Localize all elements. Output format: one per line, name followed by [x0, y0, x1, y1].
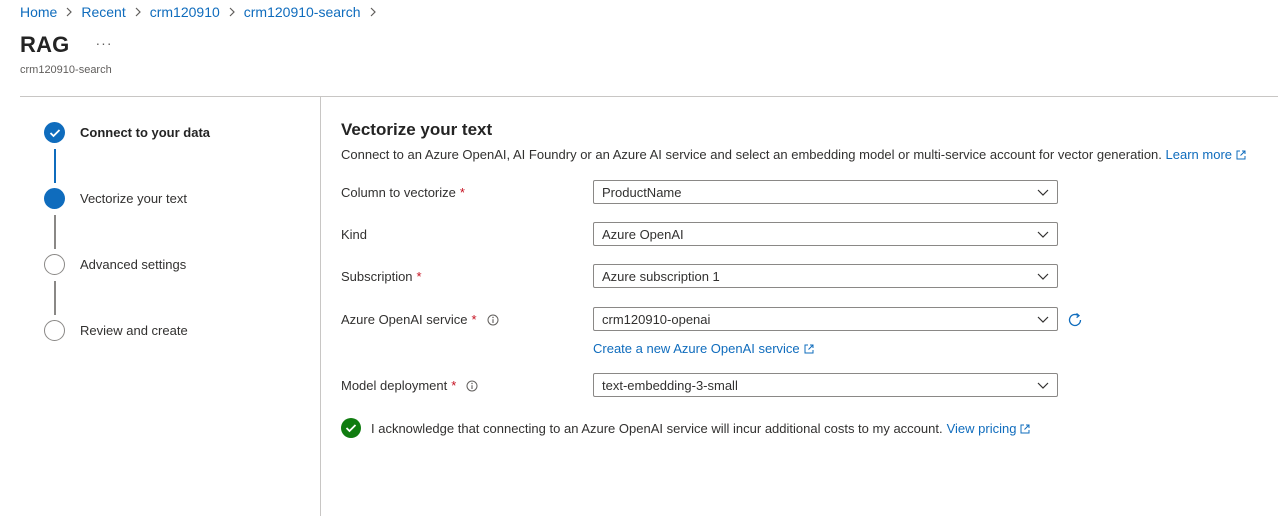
- chevron-down-icon: [1037, 316, 1049, 323]
- panel-divider: [320, 97, 321, 516]
- step-connector: [54, 281, 56, 315]
- step-vectorize[interactable]: Vectorize your text: [44, 188, 187, 209]
- step-advanced[interactable]: Advanced settings: [44, 254, 186, 275]
- subscription-label: Subscription *: [341, 269, 422, 284]
- section-description: Connect to an Azure OpenAI, AI Foundry o…: [341, 147, 1246, 162]
- breadcrumb-home[interactable]: Home: [20, 4, 57, 20]
- external-link-icon: [1236, 150, 1246, 160]
- description-text: Connect to an Azure OpenAI, AI Foundry o…: [341, 147, 1162, 162]
- view-pricing-label: View pricing: [946, 420, 1017, 436]
- required-marker: *: [416, 269, 422, 284]
- pending-step-icon: [44, 320, 65, 341]
- chevron-right-icon: [228, 7, 236, 17]
- create-service-label: Create a new Azure OpenAI service: [593, 341, 800, 356]
- more-options-button[interactable]: ···: [96, 35, 113, 51]
- model-label: Model deployment *: [341, 378, 478, 393]
- model-value: text-embedding-3-small: [602, 377, 738, 393]
- kind-dropdown[interactable]: Azure OpenAI: [593, 222, 1058, 246]
- chevron-right-icon: [369, 7, 377, 17]
- learn-more-link[interactable]: Learn more: [1166, 147, 1246, 162]
- create-service-link[interactable]: Create a new Azure OpenAI service: [593, 341, 814, 356]
- acknowledge-text: I acknowledge that connecting to an Azur…: [371, 420, 943, 436]
- column-label-text: Column to vectorize: [341, 185, 456, 200]
- breadcrumb: Home Recent crm120910 crm120910-search: [20, 4, 385, 20]
- step-label: Review and create: [80, 323, 188, 338]
- external-link-icon: [804, 344, 814, 354]
- refresh-icon[interactable]: [1066, 311, 1084, 329]
- chevron-down-icon: [1037, 273, 1049, 280]
- model-dropdown[interactable]: text-embedding-3-small: [593, 373, 1058, 397]
- column-label: Column to vectorize *: [341, 185, 465, 200]
- acknowledge-checkbox[interactable]: [341, 418, 361, 438]
- step-label: Vectorize your text: [80, 191, 187, 206]
- column-value: ProductName: [602, 184, 682, 200]
- column-dropdown[interactable]: ProductName: [593, 180, 1058, 204]
- subscription-label-text: Subscription: [341, 269, 413, 284]
- info-icon[interactable]: [487, 314, 499, 326]
- step-review[interactable]: Review and create: [44, 320, 188, 341]
- acknowledge-row: I acknowledge that connecting to an Azur…: [341, 418, 1030, 438]
- breadcrumb-recent[interactable]: Recent: [81, 4, 125, 20]
- step-connector: [54, 149, 56, 183]
- header-divider: [20, 96, 1278, 97]
- checkmark-icon: [44, 122, 65, 143]
- info-icon[interactable]: [466, 380, 478, 392]
- breadcrumb-search-service[interactable]: crm120910-search: [244, 4, 361, 20]
- service-value: crm120910-openai: [602, 311, 711, 327]
- title-row: RAG ···: [20, 32, 113, 58]
- chevron-down-icon: [1037, 231, 1049, 238]
- pending-step-icon: [44, 254, 65, 275]
- page-title: RAG: [20, 32, 70, 57]
- service-label: Azure OpenAI service *: [341, 312, 499, 327]
- step-label: Advanced settings: [80, 257, 187, 272]
- step-label: Connect to your data: [80, 125, 211, 140]
- section-title: Vectorize your text: [341, 120, 493, 139]
- required-marker: *: [471, 312, 477, 327]
- service-label-text: Azure OpenAI service: [341, 312, 468, 327]
- required-marker: *: [451, 378, 457, 393]
- external-link-icon: [1020, 424, 1030, 433]
- kind-label: Kind: [341, 227, 367, 242]
- model-label-text: Model deployment: [341, 378, 448, 393]
- subscription-value: Azure subscription 1: [602, 268, 720, 284]
- view-pricing-link[interactable]: View pricing: [947, 421, 1031, 436]
- chevron-right-icon: [65, 7, 73, 17]
- kind-value: Azure OpenAI: [602, 226, 684, 242]
- chevron-down-icon: [1037, 189, 1049, 196]
- checkmark-icon: [345, 424, 357, 433]
- current-step-icon: [44, 188, 65, 209]
- breadcrumb-resource-group[interactable]: crm120910: [150, 4, 220, 20]
- required-marker: *: [459, 185, 465, 200]
- page-subtitle: crm120910-search: [20, 64, 112, 76]
- step-connector: [54, 215, 56, 249]
- chevron-right-icon: [134, 7, 142, 17]
- chevron-down-icon: [1037, 382, 1049, 389]
- learn-more-label: Learn more: [1165, 147, 1233, 162]
- subscription-dropdown[interactable]: Azure subscription 1: [593, 264, 1058, 288]
- kind-label-text: Kind: [341, 227, 368, 242]
- service-dropdown[interactable]: crm120910-openai: [593, 307, 1058, 331]
- step-connect[interactable]: Connect to your data: [44, 122, 210, 143]
